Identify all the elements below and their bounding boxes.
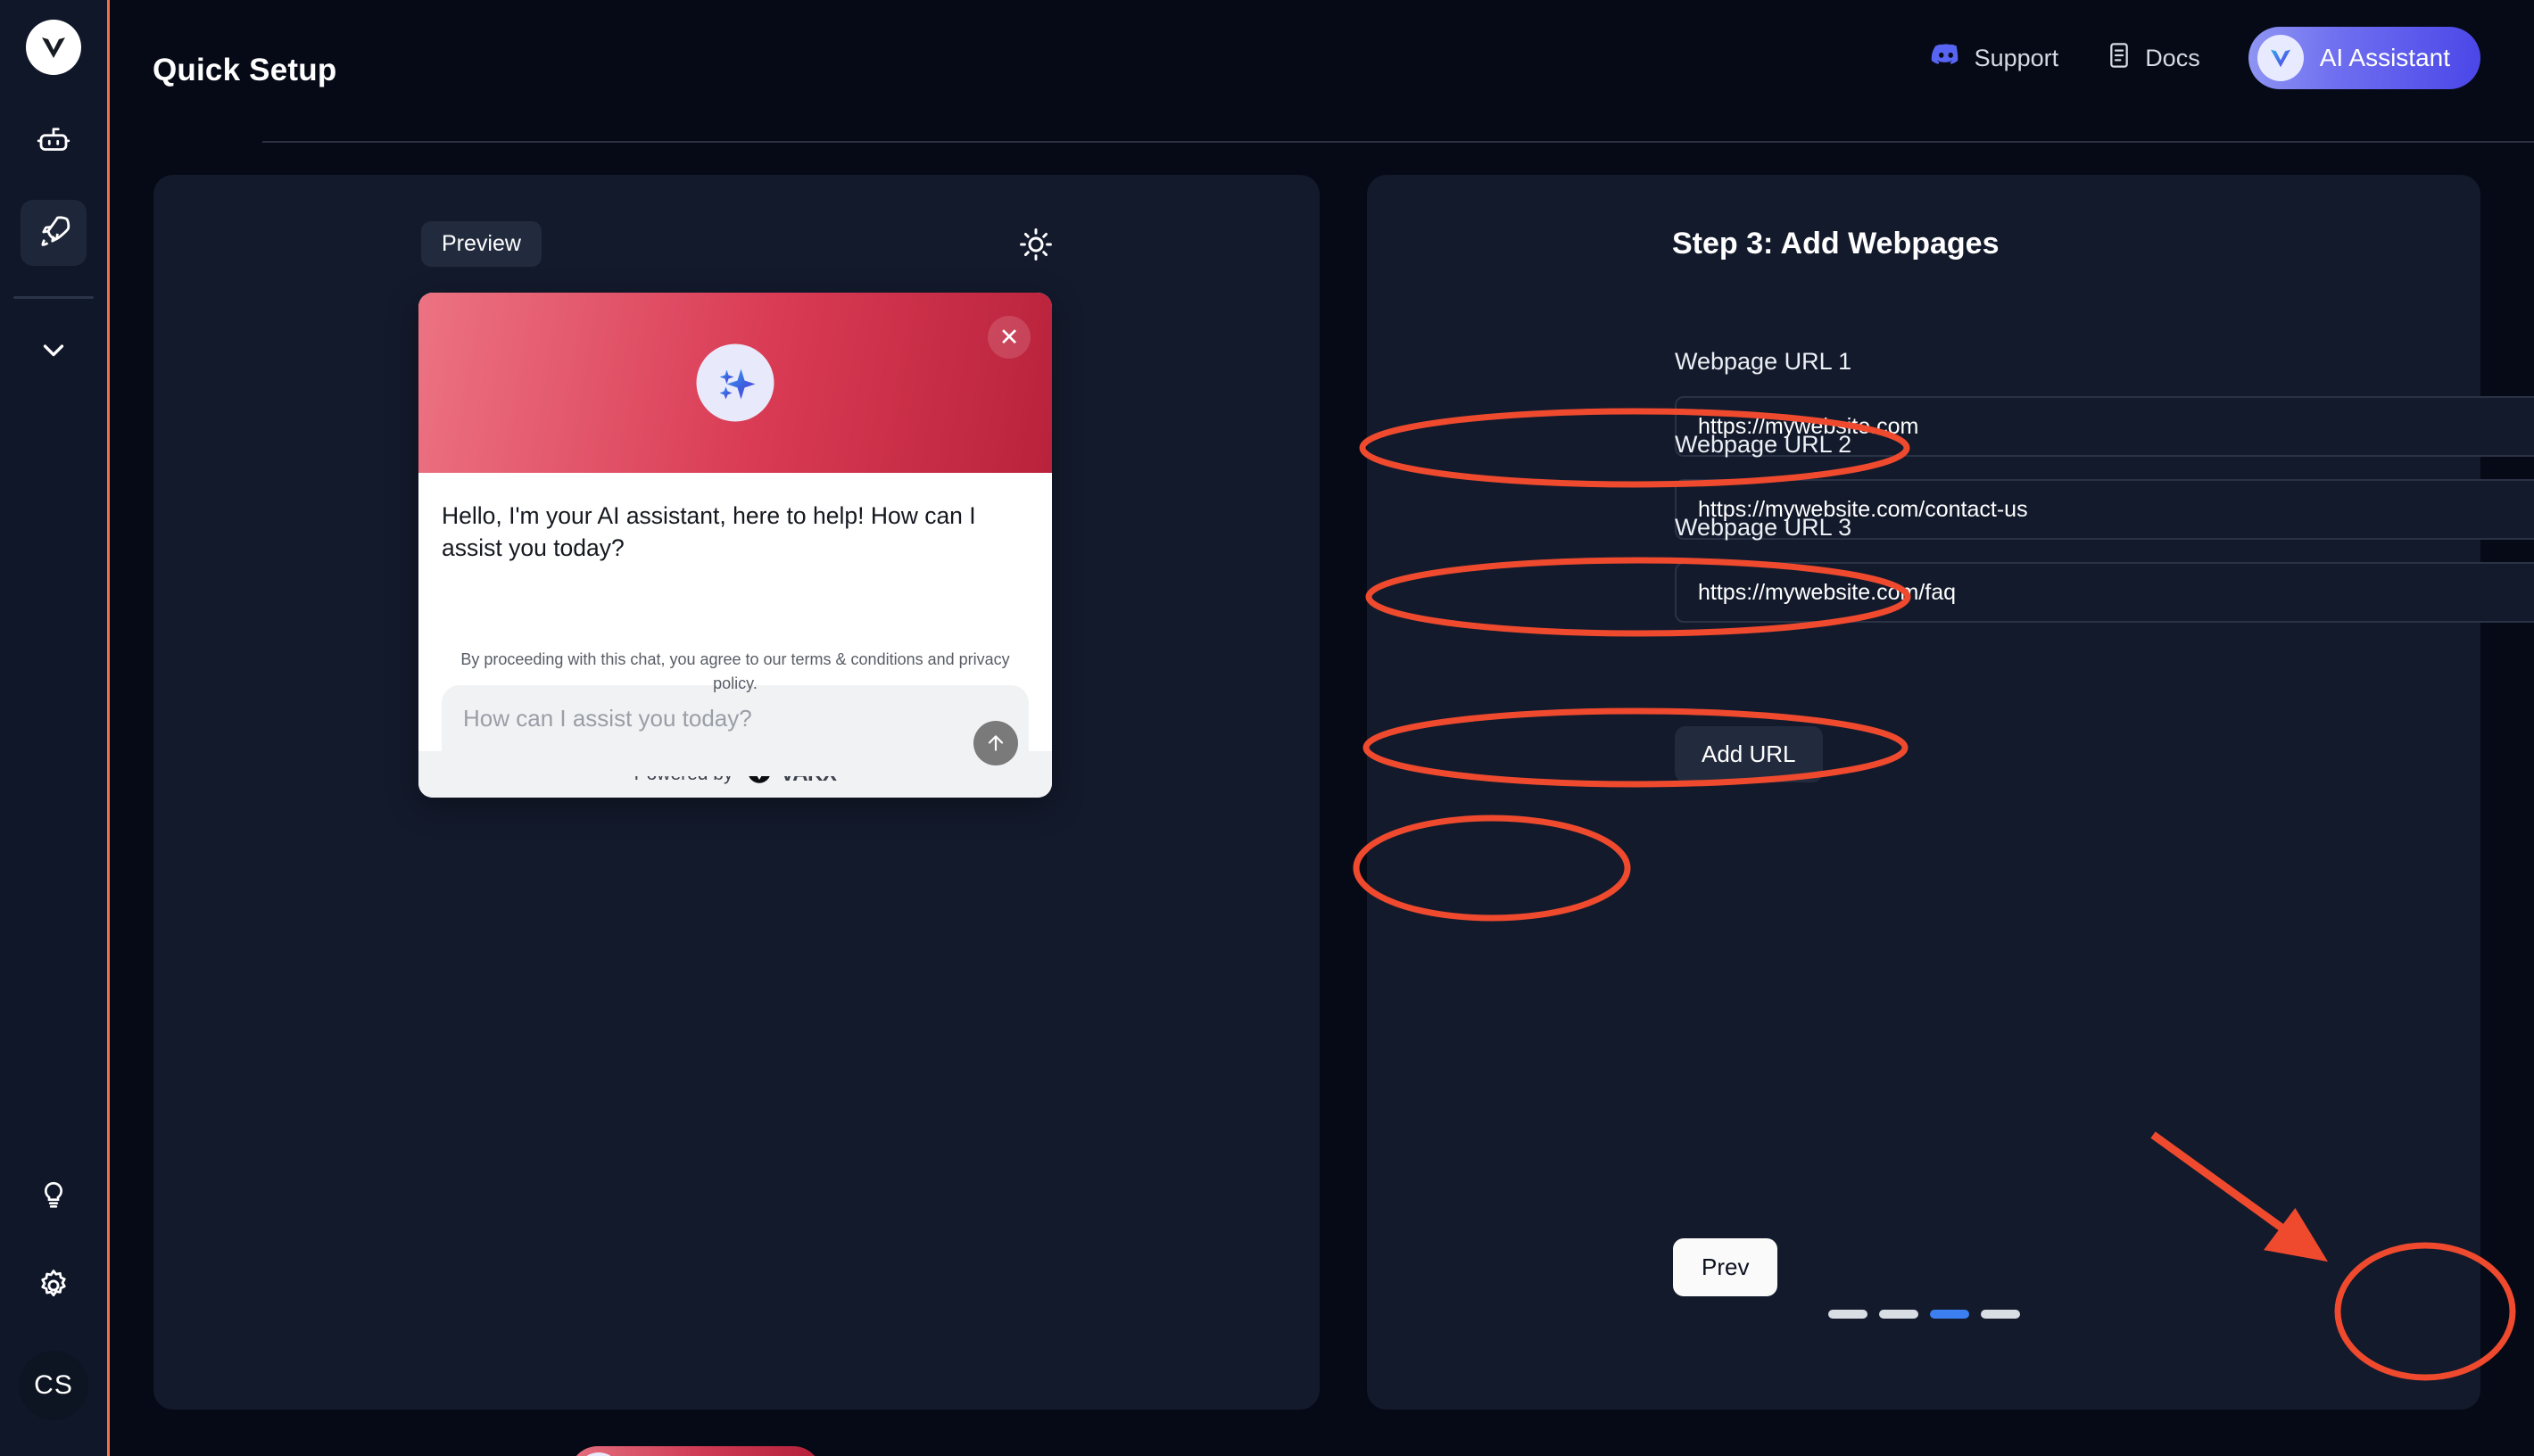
sidebar: CS bbox=[0, 0, 110, 1456]
vakx-chevron-logo-icon bbox=[2257, 35, 2304, 81]
chat-widget-preview: ✕ Hello, I'm your AI assistant, here to … bbox=[418, 293, 1052, 798]
docs-link[interactable]: Docs bbox=[2107, 41, 2200, 76]
ai-assistant-label: AI Assistant bbox=[2319, 44, 2450, 71]
step-title: Step 3: Add Webpages bbox=[1672, 227, 2000, 261]
prev-button[interactable]: Prev bbox=[1673, 1238, 1778, 1296]
sidebar-item-expand[interactable] bbox=[21, 318, 87, 385]
step-progress-dots bbox=[1367, 1310, 2480, 1319]
document-icon bbox=[2107, 41, 2132, 76]
header-divider bbox=[262, 141, 2534, 143]
rocket-icon bbox=[35, 212, 72, 254]
discord-icon bbox=[1931, 40, 1961, 77]
sparkles-icon bbox=[696, 343, 774, 422]
support-label: Support bbox=[1974, 44, 2059, 71]
arrow-up-icon[interactable] bbox=[973, 721, 1018, 765]
chat-widget-body: Hello, I'm your AI assistant, here to he… bbox=[418, 473, 1052, 776]
sidebar-item-settings[interactable] bbox=[21, 1254, 87, 1320]
chat-input[interactable]: How can I assist you today? bbox=[442, 685, 1029, 776]
step-dot-1[interactable] bbox=[1827, 1310, 1867, 1319]
docs-label: Docs bbox=[2145, 44, 2200, 71]
chat-input-placeholder: How can I assist you today? bbox=[463, 705, 752, 732]
chat-terms-text: By proceeding with this chat, you agree … bbox=[460, 650, 1010, 692]
add-url-button[interactable]: Add URL bbox=[1675, 726, 1823, 782]
avatar[interactable]: CS bbox=[19, 1351, 88, 1420]
robot-icon bbox=[35, 121, 72, 163]
webpage-url-1-label: Webpage URL 1 bbox=[1675, 348, 1852, 375]
webpage-url-3-input[interactable]: https://mywebsite.com/faq bbox=[1675, 562, 2534, 623]
chat-widget-header: ✕ bbox=[418, 293, 1052, 473]
sidebar-item-ideas[interactable] bbox=[21, 1162, 87, 1228]
sidebar-divider bbox=[13, 296, 94, 299]
step-dot-4[interactable] bbox=[1980, 1310, 2020, 1319]
ai-assistant-button[interactable]: AI Assistant bbox=[2248, 27, 2480, 89]
close-x-icon[interactable]: ✕ bbox=[988, 316, 1031, 359]
step-dot-3[interactable] bbox=[1929, 1310, 1969, 1319]
gear-icon bbox=[35, 1267, 72, 1309]
lightbulb-icon bbox=[36, 1175, 71, 1215]
bot-message: Hello, I'm your AI assistant, here to he… bbox=[442, 502, 976, 562]
step-dot-2[interactable] bbox=[1878, 1310, 1918, 1319]
preview-badge: Preview bbox=[421, 221, 542, 267]
page-title: Quick Setup bbox=[153, 53, 337, 87]
avatar-initials: CS bbox=[34, 1370, 73, 1400]
webpage-url-3-label: Webpage URL 3 bbox=[1675, 514, 1852, 541]
header: Quick Setup Support Docs AI Assistant bbox=[110, 0, 2534, 143]
support-link[interactable]: Support bbox=[1931, 40, 2059, 77]
chat-launcher-button[interactable]: My Sample AI bbox=[569, 1446, 822, 1456]
chevron-down-icon bbox=[37, 333, 70, 371]
vakx-chevron-logo-icon[interactable] bbox=[26, 20, 81, 75]
sparkles-icon bbox=[576, 1452, 621, 1456]
sun-icon[interactable] bbox=[1017, 226, 1055, 263]
webpage-url-2-label: Webpage URL 2 bbox=[1675, 431, 1852, 458]
setup-panel: Step 3: Add Webpages Webpage URL 1 https… bbox=[1367, 175, 2534, 1410]
sidebar-item-quick-setup[interactable] bbox=[21, 200, 87, 266]
preview-panel: Preview ✕ Hello, I'm your AI assistant, … bbox=[153, 175, 1320, 1456]
sidebar-item-bot[interactable] bbox=[21, 109, 87, 175]
